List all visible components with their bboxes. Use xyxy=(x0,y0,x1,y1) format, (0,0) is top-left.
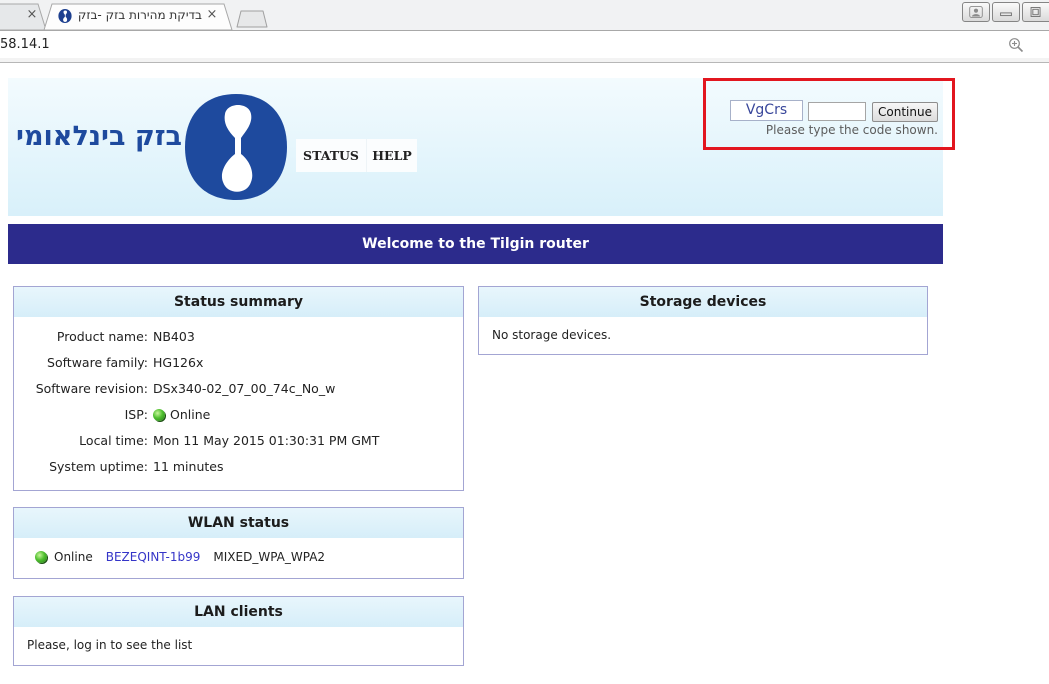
maximize-button[interactable] xyxy=(1022,2,1049,22)
captcha-code: VgCrs xyxy=(730,100,803,121)
row-value: Mon 11 May 2015 01:30:31 PM GMT xyxy=(153,433,380,448)
row-label: Software family: xyxy=(47,355,148,370)
wlan-security: MIXED_WPA_WPA2 xyxy=(213,550,326,564)
brand-name: בזק בינלאומי xyxy=(16,121,182,152)
menu-item-status[interactable]: STATUS xyxy=(296,139,366,172)
wlan-status-body: Online BEZEQINT-1b99 MIXED_WPA_WPA2 xyxy=(14,538,463,576)
welcome-banner: Welcome to the Tilgin router xyxy=(8,224,943,264)
tab-title: בדיקת מהירות בזק -בזק xyxy=(78,8,202,22)
wlan-state: Online xyxy=(54,550,93,564)
main-menu: STATUS HELP xyxy=(296,139,417,172)
address-bar[interactable]: 58.14.1 xyxy=(0,36,50,53)
row-value: DSx340-02_07_00_74c_No_w xyxy=(153,381,336,396)
online-status-icon xyxy=(153,409,165,421)
continue-button[interactable]: Continue xyxy=(872,102,938,122)
row-label: Local time: xyxy=(79,433,148,448)
status-row-software-revision: Software revision: DSx340-02_07_00_74c_N… xyxy=(14,376,463,402)
tab-close-button[interactable]: × xyxy=(26,8,38,22)
bezeq-logo xyxy=(185,94,287,200)
browser-toolbar: 58.14.1 xyxy=(0,30,1049,58)
profile-icon xyxy=(969,6,983,18)
minimize-icon xyxy=(1000,12,1012,17)
row-label: Software revision: xyxy=(35,381,148,396)
panel-title: Storage devices xyxy=(479,287,927,317)
row-label: Product name: xyxy=(56,329,148,344)
wlan-ssid-link[interactable]: BEZEQINT-1b99 xyxy=(106,548,201,566)
tab-previous[interactable] xyxy=(0,3,47,30)
wlan-status-panel: WLAN status Online BEZEQINT-1b99 MIXED_W… xyxy=(13,507,464,579)
isp-status-text: Online xyxy=(170,407,211,422)
status-row-isp: ISP: Online xyxy=(14,402,463,428)
row-value: 11 minutes xyxy=(153,459,224,474)
profile-button[interactable] xyxy=(962,2,990,22)
lan-clients-panel: LAN clients Please, log in to see the li… xyxy=(13,596,464,666)
minimize-button[interactable] xyxy=(992,2,1020,22)
panel-title: Status summary xyxy=(14,287,463,317)
row-label: System uptime: xyxy=(49,459,148,474)
bezeq-favicon-icon xyxy=(58,8,72,24)
captcha-hint: Please type the code shown. xyxy=(765,123,938,137)
menu-item-help[interactable]: HELP xyxy=(366,139,417,172)
lan-clients-message: Please, log in to see the list xyxy=(27,638,193,652)
tab-strip: × בדיקת מהירות בזק -בזק × xyxy=(0,0,1049,30)
status-row-system-uptime: System uptime: 11 minutes xyxy=(14,454,463,480)
tab-close-button[interactable]: × xyxy=(206,8,218,22)
maximize-icon xyxy=(1030,7,1041,17)
zoom-icon[interactable] xyxy=(1008,37,1024,53)
status-row-product-name: Product name: NB403 xyxy=(14,324,463,350)
status-row-software-family: Software family: HG126x xyxy=(14,350,463,376)
status-row-local-time: Local time: Mon 11 May 2015 01:30:31 PM … xyxy=(14,428,463,454)
captcha-input[interactable] xyxy=(808,102,866,121)
storage-devices-panel: Storage devices No storage devices. xyxy=(478,286,928,355)
status-summary-panel: Status summary Product name: NB403 Softw… xyxy=(13,286,464,491)
storage-message: No storage devices. xyxy=(492,328,612,342)
row-label: ISP: xyxy=(124,407,148,422)
panel-title: WLAN status xyxy=(14,508,463,538)
row-value: Online xyxy=(153,402,210,428)
status-summary-body: Product name: NB403 Software family: HG1… xyxy=(14,317,463,480)
toolbar-separator xyxy=(0,58,1049,63)
new-tab-button[interactable] xyxy=(236,10,268,28)
panel-title: LAN clients xyxy=(14,597,463,627)
row-value: NB403 xyxy=(153,329,195,344)
online-status-icon xyxy=(35,551,47,563)
row-value: HG126x xyxy=(153,355,204,370)
